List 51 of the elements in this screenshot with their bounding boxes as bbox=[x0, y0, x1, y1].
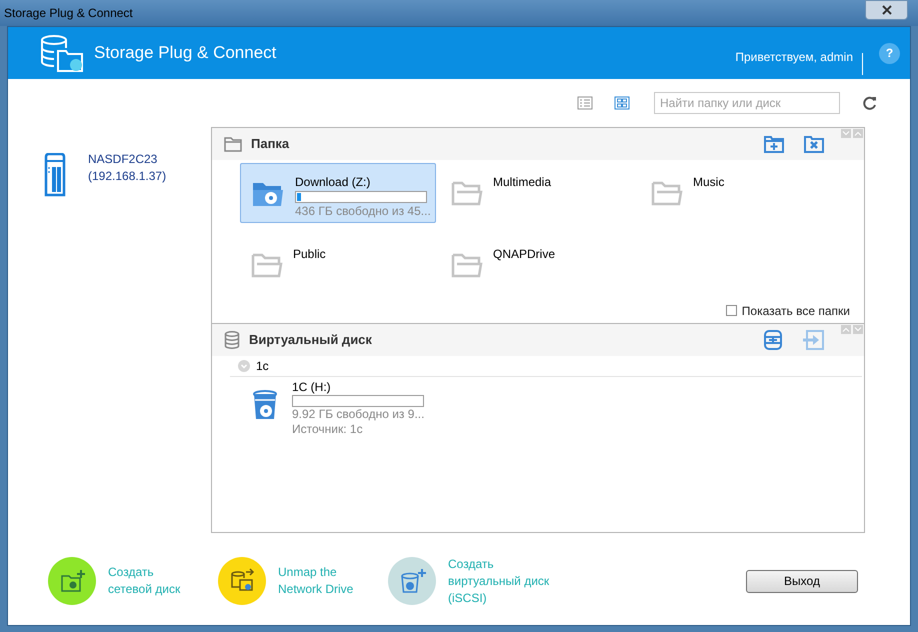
folder-item[interactable]: Music bbox=[640, 163, 836, 223]
database-folder-icon bbox=[38, 33, 86, 73]
folder-name: Music bbox=[693, 174, 724, 190]
database-plus-icon bbox=[764, 330, 782, 350]
disk-group-row[interactable]: 1c bbox=[230, 356, 862, 377]
folder-item[interactable]: Download (Z:) 436 ГБ свободно из 45... bbox=[240, 163, 436, 223]
new-folder-button[interactable] bbox=[764, 135, 784, 153]
folder-item[interactable]: Multimedia bbox=[440, 163, 636, 223]
folder-item[interactable]: Public bbox=[240, 235, 436, 295]
refresh-button[interactable] bbox=[862, 95, 878, 111]
refresh-icon bbox=[863, 96, 877, 110]
free-space-text: 9.92 ГБ свободно из 9... bbox=[292, 407, 424, 422]
folder-name: Public bbox=[293, 246, 326, 262]
chevron-up-icon bbox=[854, 131, 862, 136]
folder-plus-icon bbox=[764, 135, 784, 153]
close-button[interactable] bbox=[865, 0, 908, 20]
source-text: Источник: 1с bbox=[292, 422, 364, 437]
greeting-text: Приветствуем, admin bbox=[735, 49, 853, 66]
remove-folder-button[interactable] bbox=[804, 135, 824, 153]
search-field[interactable]: Найти папку или диск bbox=[654, 92, 840, 114]
close-icon bbox=[882, 5, 892, 15]
folder-name: Download (Z:) bbox=[295, 174, 372, 190]
disk-name: 1C (H:) bbox=[292, 380, 332, 395]
disk-bucket-icon bbox=[252, 390, 278, 422]
grid-view-icon bbox=[614, 96, 630, 110]
group-name: 1c bbox=[256, 358, 269, 375]
add-disk-button[interactable] bbox=[764, 330, 782, 350]
folder-name: Multimedia bbox=[493, 174, 552, 190]
window-title: Storage Plug & Connect bbox=[4, 5, 133, 22]
list-view-icon bbox=[577, 96, 593, 110]
section-title: Папка bbox=[251, 135, 290, 154]
action-label: Создать сетевой диск bbox=[108, 564, 182, 598]
chevron-down-icon bbox=[842, 131, 850, 136]
action-label: Unmap the Network Drive bbox=[278, 564, 354, 598]
database-icon bbox=[224, 331, 240, 349]
device-address: (192.168.1.37) bbox=[88, 168, 166, 185]
arrow-box-icon bbox=[802, 330, 824, 350]
show-all-checkbox[interactable] bbox=[726, 305, 737, 316]
free-space-text: 436 ГБ свободно из 45... bbox=[295, 203, 431, 219]
section-title: Виртуальный диск bbox=[249, 331, 372, 350]
folder-icon bbox=[224, 136, 242, 152]
folder-name: QNAPDrive bbox=[493, 246, 556, 262]
nas-device-icon bbox=[44, 153, 66, 197]
exit-button[interactable]: Выход bbox=[746, 570, 858, 592]
chevron-up-icon bbox=[842, 327, 850, 332]
show-all-label: Показать все папки bbox=[742, 302, 850, 320]
action-label: Создать виртуальный диск (iSCSI) bbox=[448, 556, 550, 606]
app-name: Storage Plug & Connect bbox=[94, 42, 276, 64]
folder-x-icon bbox=[804, 135, 824, 153]
folder-item[interactable]: QNAPDrive bbox=[440, 235, 636, 295]
device-name: NASDF2C23 bbox=[88, 151, 158, 168]
